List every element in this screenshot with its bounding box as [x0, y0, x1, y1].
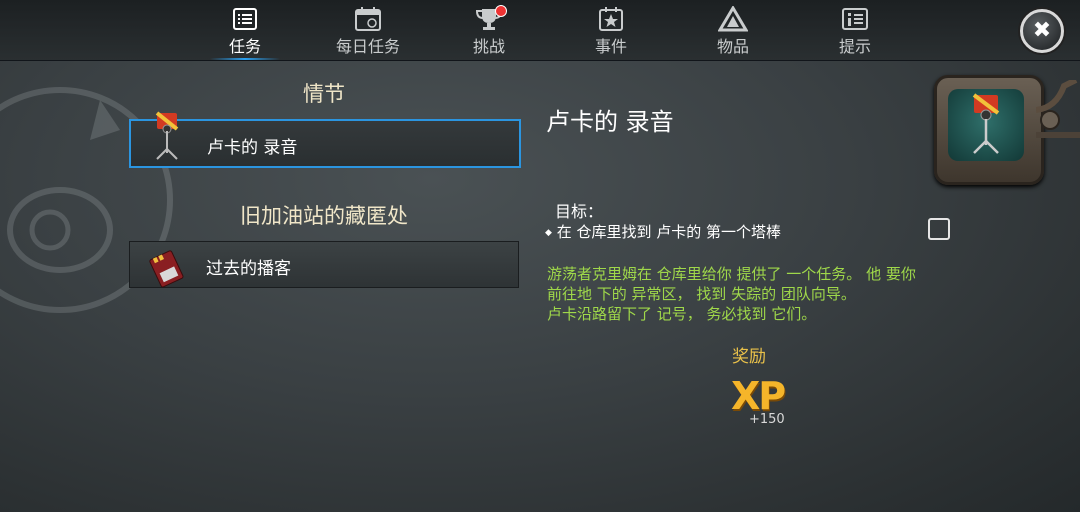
tab-label: 每日任务 [335, 37, 400, 56]
close-button[interactable]: ✖ [1020, 9, 1064, 53]
description-line: 游荡者克里姆在 仓库里给你 提供了 一个任务。 他 要你 [547, 265, 916, 283]
memory-card-icon [149, 250, 184, 288]
tab-label: 提示 [838, 37, 871, 56]
tab-items[interactable]: 物品 [683, 4, 783, 58]
star-calendar-icon [599, 7, 623, 31]
triangle-icon [718, 6, 748, 32]
objective-text: 在 仓库里找到 卢卡的 第一个塔棒 [556, 223, 782, 241]
description-line: 卢卡沿路留下了 记号， 务必找到 它们。 [547, 305, 817, 323]
reward-label: 奖励 [732, 347, 766, 367]
quest-item-luka-recording[interactable]: 卢卡的 录音 [129, 111, 521, 168]
quest-item-label: 卢卡的 录音 [207, 138, 298, 158]
quest-monitor-frame [934, 75, 1044, 185]
quest-detail-title: 卢卡的 录音 [546, 108, 674, 136]
top-nav-bar: 任务 每日任务 挑战 事件 物品 提示 ✖ [0, 0, 1080, 61]
tab-challenges[interactable]: 挑战 [439, 4, 539, 58]
tab-events[interactable]: 事件 [561, 4, 661, 58]
calendar-icon [355, 7, 381, 31]
radio-beacon-icon [972, 93, 1000, 154]
list-icon [233, 8, 257, 30]
info-icon [842, 8, 868, 30]
section-title-gas-station-stash: 旧加油站的藏匿处 [240, 204, 408, 228]
tab-label: 任务 [228, 37, 261, 56]
objective-checkbox [928, 218, 950, 240]
radio-beacon-icon [155, 111, 179, 160]
xp-reward-amount: +150 [749, 412, 785, 427]
bullet-diamond-icon: ◆ [545, 228, 552, 238]
tab-quests[interactable]: 任务 [195, 4, 295, 60]
objective-label: 目标： [555, 202, 604, 221]
tab-label: 物品 [716, 37, 749, 56]
description-line: 前往地 下的 异常区， 找到 失踪的 团队向导。 [547, 285, 856, 303]
monitor-cable [1036, 80, 1080, 138]
quest-item-past-podcast[interactable]: 过去的播客 [129, 241, 519, 288]
tab-label: 事件 [594, 37, 627, 56]
quest-description: 游荡者克里姆在 仓库里给你 提供了 一个任务。 他 要你 前往地 下的 异常区，… [547, 264, 967, 324]
tab-daily-quests[interactable]: 每日任务 [318, 4, 418, 58]
tab-label: 挑战 [472, 37, 505, 56]
quest-monitor-screen [948, 89, 1024, 161]
quest-item-label: 过去的播客 [206, 259, 291, 279]
close-icon: ✖ [1032, 18, 1052, 43]
notification-dot [495, 5, 507, 17]
tab-tips[interactable]: 提示 [805, 4, 905, 58]
objective-item: ◆ 在 仓库里找到 卢卡的 第一个塔棒 [545, 221, 781, 242]
section-title-storyline: 情节 [303, 82, 345, 106]
